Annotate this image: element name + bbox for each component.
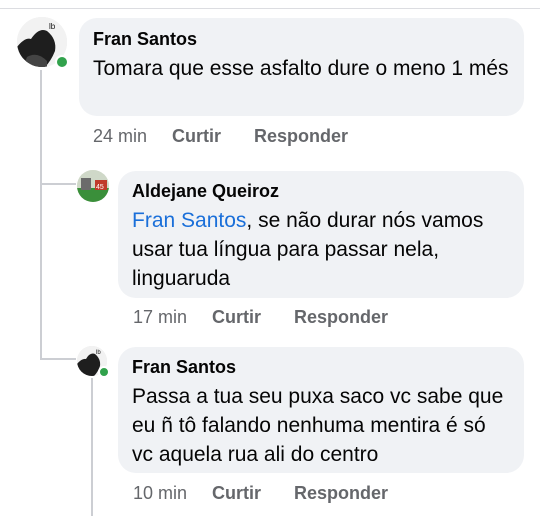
thread-connector-1: [40, 183, 76, 185]
reply-bubble[interactable]: Fran Santos Passa a tua seu puxa saco vc…: [118, 347, 524, 473]
avatar[interactable]: 45: [77, 170, 109, 202]
comment-text: Tomara que esse asfalto dure o meno 1 mé…: [93, 57, 509, 80]
like-button[interactable]: Curtir: [212, 483, 261, 504]
reply-author[interactable]: Fran Santos: [132, 356, 510, 378]
comment-bubble[interactable]: Fran Santos Tomara que esse asfalto dure…: [79, 18, 524, 116]
like-button[interactable]: Curtir: [172, 126, 221, 147]
comment-author[interactable]: Fran Santos: [93, 28, 510, 50]
reply-bubble[interactable]: Aldejane Queiroz Fran Santos, se não dur…: [118, 171, 524, 298]
thread-line-reply-2: [91, 378, 93, 516]
reply-button[interactable]: Responder: [294, 483, 388, 504]
reply-time[interactable]: 17 min: [133, 307, 187, 328]
top-divider: [0, 8, 540, 9]
comment-actions: 24 min Curtir Responder: [93, 126, 381, 147]
like-button[interactable]: Curtir: [212, 307, 261, 328]
comment-time[interactable]: 24 min: [93, 126, 147, 147]
reply-button[interactable]: Responder: [294, 307, 388, 328]
reply-text: Fran Santos, se não durar nós vamos usar…: [132, 206, 510, 293]
online-status-icon: [55, 55, 69, 69]
mention-link[interactable]: Fran Santos: [132, 209, 246, 232]
reply-time[interactable]: 10 min: [133, 483, 187, 504]
reply-actions: 10 min Curtir Responder: [133, 483, 421, 504]
online-status-icon: [98, 366, 110, 378]
svg-text:lb: lb: [96, 350, 101, 356]
reply-text: Passa a tua seu puxa saco vc sabe que eu…: [132, 385, 504, 466]
reply-author[interactable]: Aldejane Queiroz: [132, 180, 510, 202]
reply-actions: 17 min Curtir Responder: [133, 307, 421, 328]
reply-button[interactable]: Responder: [254, 126, 348, 147]
svg-text:lb: lb: [49, 22, 56, 31]
avatar-image: 45: [77, 170, 109, 202]
thread-line-main: [40, 70, 42, 360]
thread-connector-2: [40, 358, 76, 360]
svg-text:45: 45: [96, 184, 104, 191]
